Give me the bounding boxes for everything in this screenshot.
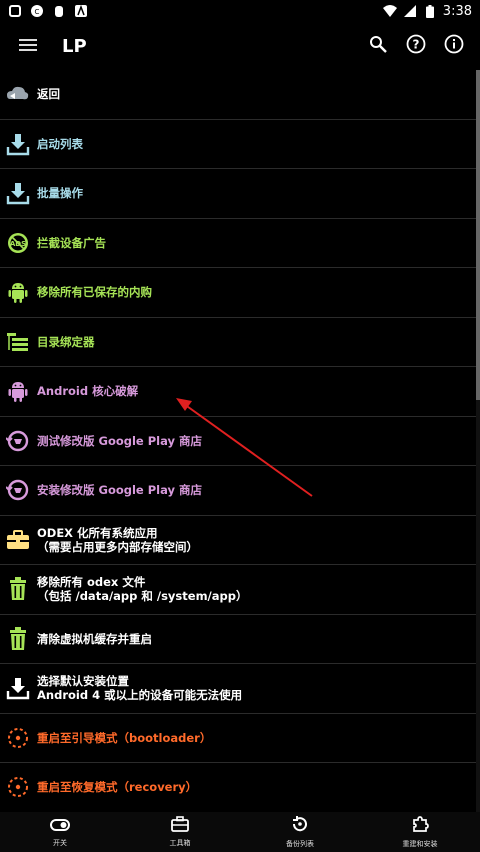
app-notification-icon [74, 4, 88, 18]
signal-icon [403, 4, 417, 18]
toolbox-icon [171, 816, 189, 836]
download-icon [0, 119, 36, 168]
notification-icon: C [30, 4, 44, 18]
list-item-batch-operation[interactable]: 批量操作 [0, 169, 476, 219]
nav-label: 工具箱 [169, 839, 191, 847]
list-item-remove-odex-files[interactable]: 移除所有 odex 文件 （包括 /data/app 和 /system/app… [0, 565, 476, 615]
menu-icon [19, 37, 37, 56]
list-item-back[interactable]: 返回 [0, 70, 476, 120]
list-item-remove-purchases[interactable]: 移除所有已保存的内购 [0, 268, 476, 318]
backup-icon [291, 815, 309, 837]
list-item-install-modded-play-store[interactable]: 安装修改版 Google Play 商店 [0, 466, 476, 516]
list-item-android-core-patch[interactable]: Android 核心破解 [0, 367, 476, 417]
list-item-label: 移除所有 odex 文件 （包括 /data/app 和 /system/app… [37, 575, 248, 604]
list-item-label: 重启至恢复模式（recovery） [37, 780, 198, 795]
battery-icon [423, 4, 437, 18]
list-item-label: 拦截设备广告 [37, 235, 106, 250]
list-item-label: 安装修改版 Google Play 商店 [37, 483, 202, 498]
svg-text:C: C [35, 8, 40, 16]
puzzle-icon [411, 815, 429, 837]
page-title: LP [62, 35, 87, 57]
folder-tree-icon [0, 317, 36, 366]
android-icon [0, 367, 36, 416]
wifi-icon [382, 4, 397, 18]
status-bar: C 3:38 [0, 0, 480, 22]
info-button[interactable] [440, 32, 468, 60]
nav-label: 开关 [53, 838, 67, 847]
nav-label: 重建和安装 [402, 840, 438, 848]
toolbox-icon [0, 515, 36, 564]
list-item-test-modded-play-store[interactable]: 测试修改版 Google Play 商店 [0, 416, 476, 466]
menu-list: 返回 启动列表 批量操作 ADS 拦截设备广告 移除所有已保存的内购 目录绑定器 [0, 70, 476, 812]
list-item-reboot-bootloader[interactable]: 重启至引导模式（bootloader） [0, 713, 476, 763]
trash-icon [0, 565, 36, 614]
list-item-label: 批量操作 [37, 186, 83, 201]
reboot-icon [0, 763, 36, 812]
search-button[interactable] [364, 32, 392, 60]
list-item-clear-dalvik-cache[interactable]: 清除虚拟机缓存并重启 [0, 614, 476, 664]
list-item-label: 返回 [37, 87, 60, 102]
search-icon [369, 35, 387, 57]
list-item-label: 目录绑定器 [37, 334, 95, 349]
list-item-block-ads[interactable]: ADS 拦截设备广告 [0, 218, 476, 268]
back-cloud-icon [0, 70, 36, 119]
list-item-folder-binder[interactable]: 目录绑定器 [0, 317, 476, 367]
list-item-launch-list[interactable]: 启动列表 [0, 119, 476, 169]
nav-toggle[interactable]: 开关 [0, 812, 120, 852]
list-item-label: 测试修改版 Google Play 商店 [37, 433, 202, 448]
trash-icon [0, 614, 36, 663]
app-bar: LP ? [0, 22, 480, 70]
list-item-label: 选择默认安装位置 Android 4 或以上的设备可能无法使用 [37, 674, 243, 703]
svg-text:?: ? [413, 38, 420, 52]
list-item-reboot-recovery[interactable]: 重启至恢复模式（recovery） [0, 763, 476, 812]
ads-block-icon: ADS [0, 218, 36, 267]
bottom-navigation: 开关 工具箱 备份列表 重建和安装 [0, 812, 480, 852]
square-notification-icon [8, 4, 22, 18]
reboot-icon [0, 713, 36, 762]
android-icon [0, 268, 36, 317]
list-item-label: Android 核心破解 [37, 384, 139, 399]
list-item-label: 重启至引导模式（bootloader） [37, 730, 212, 745]
list-item-default-install-location[interactable]: 选择默认安装位置 Android 4 或以上的设备可能无法使用 [0, 664, 476, 714]
help-button[interactable]: ? [402, 32, 430, 60]
clock: 3:38 [442, 3, 472, 19]
info-icon [444, 34, 464, 58]
list-item-odex-system-apps[interactable]: ODEX 化所有系统应用 （需要占用更多内部存储空间） [0, 515, 476, 565]
nav-toolbox[interactable]: 工具箱 [120, 812, 240, 852]
nav-backup-list[interactable]: 备份列表 [240, 812, 360, 852]
scroll-thumb[interactable] [476, 70, 480, 400]
play-store-icon [0, 416, 36, 465]
list-item-label: ODEX 化所有系统应用 （需要占用更多内部存储空间） [37, 525, 198, 554]
play-store-icon [0, 466, 36, 515]
scrollbar[interactable] [476, 70, 480, 812]
list-item-label: 清除虚拟机缓存并重启 [37, 631, 152, 646]
list-item-label: 启动列表 [37, 136, 83, 151]
nav-label: 备份列表 [286, 840, 314, 848]
menu-button[interactable] [0, 22, 56, 70]
toggle-icon [50, 817, 70, 836]
download-icon [0, 664, 36, 713]
nav-rebuild-install[interactable]: 重建和安装 [360, 812, 480, 852]
help-icon: ? [406, 34, 426, 58]
bug-notification-icon [52, 4, 66, 18]
list-item-label: 移除所有已保存的内购 [37, 285, 152, 300]
download-icon [0, 169, 36, 218]
